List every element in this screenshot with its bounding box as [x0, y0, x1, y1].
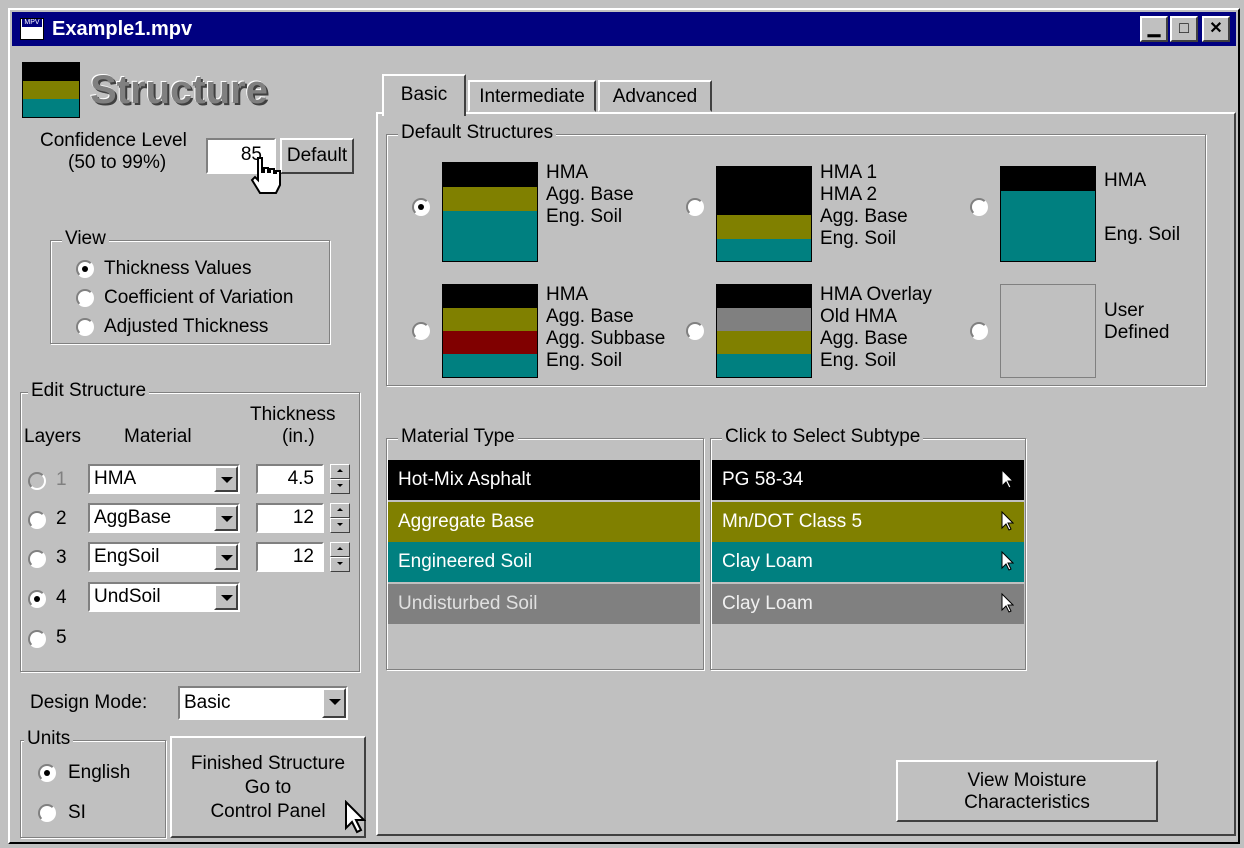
view-cov-label[interactable]: Coefficient of Variation — [104, 287, 293, 309]
layer-3-material-select[interactable]: EngSoil — [88, 542, 240, 572]
units-group-label: Units — [24, 728, 74, 750]
chevron-down-icon[interactable] — [322, 688, 346, 718]
window-title: Example1.mpv — [52, 18, 193, 40]
default-structures-label: Default Structures — [398, 122, 557, 144]
layer-2-thickness-input[interactable]: 12 — [256, 503, 324, 533]
layer-1-material-select[interactable]: HMA — [88, 464, 240, 494]
structure-3-radio[interactable] — [970, 198, 988, 216]
layer-2-thickness-spinner[interactable] — [330, 503, 350, 533]
view-group-label: View — [62, 228, 109, 250]
minimize-button[interactable]: ▁ — [1140, 16, 1168, 42]
default-button[interactable]: Default — [280, 138, 354, 174]
view-adjusted-label[interactable]: Adjusted Thickness — [104, 316, 268, 338]
view-thickness-radio[interactable] — [76, 260, 94, 278]
structure-3-swatch[interactable] — [1000, 166, 1096, 262]
layer-3-thickness-input[interactable]: 12 — [256, 542, 324, 572]
units-english-label[interactable]: English — [68, 762, 130, 784]
tab-advanced[interactable]: Advanced — [598, 80, 712, 112]
subtype-row-2[interactable]: Mn/DOT Class 5 — [712, 502, 1024, 542]
structure-5-labels: HMA Overlay Old HMA Agg. Base Eng. Soil — [820, 284, 932, 371]
subtype-row-1[interactable]: PG 58-34 — [712, 460, 1024, 500]
material-header: Material — [124, 426, 192, 447]
layer-4-material-select[interactable]: UndSoil — [88, 582, 240, 612]
structure-1-swatch[interactable] — [442, 162, 538, 262]
arrow-pointer-icon — [1001, 592, 1014, 613]
structure-2-swatch[interactable] — [716, 166, 812, 262]
structure-2-radio[interactable] — [686, 198, 704, 216]
design-mode-label: Design Mode: — [30, 692, 148, 713]
units-si-radio[interactable] — [38, 804, 56, 822]
edit-structure-label: Edit Structure — [28, 380, 150, 402]
layer-2-number: 2 — [56, 508, 67, 529]
layers-header: Layers — [24, 426, 82, 447]
view-adjusted-radio[interactable] — [76, 318, 94, 336]
layer-3-number: 3 — [56, 547, 67, 568]
view-thickness-label[interactable]: Thickness Values — [104, 258, 252, 280]
thickness-unit-header: (in.) — [282, 426, 315, 447]
finished-structure-button[interactable]: Finished Structure Go to Control Panel — [170, 736, 366, 838]
app-icon: MPV — [20, 18, 44, 40]
layer-3-thickness-spinner[interactable] — [330, 542, 350, 572]
material-row-hma[interactable]: Hot-Mix Asphalt — [388, 460, 700, 500]
structure-1-radio[interactable] — [412, 198, 430, 216]
layer-5-radio[interactable] — [28, 630, 46, 648]
view-moisture-button[interactable]: View Moisture Characteristics — [896, 760, 1158, 822]
layer-4-number: 4 — [56, 587, 67, 608]
structure-3-label-soil: Eng. Soil — [1104, 224, 1181, 245]
structure-6-radio[interactable] — [970, 322, 988, 340]
arrow-pointer-icon — [1001, 468, 1014, 489]
page-title: Structure — [90, 68, 268, 112]
units-english-radio[interactable] — [38, 764, 56, 782]
chevron-down-icon[interactable] — [214, 544, 238, 570]
structure-4-swatch[interactable] — [442, 284, 538, 378]
units-group — [20, 740, 166, 838]
units-si-label[interactable]: SI — [68, 802, 86, 824]
material-row-engsoil[interactable]: Engineered Soil — [388, 542, 700, 582]
chevron-down-icon[interactable] — [214, 466, 238, 492]
structure-icon — [22, 62, 80, 118]
structure-1-labels: HMA Agg. Base Eng. Soil — [546, 162, 634, 227]
layer-1-thickness-spinner[interactable] — [330, 464, 350, 494]
subtype-row-3[interactable]: Clay Loam — [712, 542, 1024, 582]
design-mode-select[interactable]: Basic — [178, 686, 348, 720]
structure-5-swatch[interactable] — [716, 284, 812, 378]
material-row-undsoil[interactable]: Undisturbed Soil — [388, 584, 700, 624]
layer-2-material-select[interactable]: AggBase — [88, 503, 240, 533]
structure-6-swatch[interactable] — [1000, 284, 1096, 378]
subtype-row-4[interactable]: Clay Loam — [712, 584, 1024, 624]
chevron-down-icon[interactable] — [214, 505, 238, 531]
tab-intermediate[interactable]: Intermediate — [468, 80, 596, 112]
structure-5-radio[interactable] — [686, 322, 704, 340]
subtype-label: Click to Select Subtype — [722, 426, 924, 448]
arrow-pointer-icon — [1001, 510, 1014, 531]
material-row-aggbase[interactable]: Aggregate Base — [388, 502, 700, 542]
structure-4-labels: HMA Agg. Base Agg. Subbase Eng. Soil — [546, 284, 666, 371]
structure-4-radio[interactable] — [412, 322, 430, 340]
layer-1-thickness-input[interactable]: 4.5 — [256, 464, 324, 494]
arrow-cursor-icon — [345, 800, 366, 834]
close-button[interactable]: ✕ — [1202, 16, 1230, 42]
title-bar[interactable]: MPV Example1.mpv ▁ □ ✕ — [12, 12, 1236, 46]
view-cov-radio[interactable] — [76, 289, 94, 307]
hand-cursor-icon — [250, 157, 281, 194]
chevron-down-icon[interactable] — [214, 584, 238, 610]
maximize-button[interactable]: □ — [1170, 16, 1198, 42]
layer-1-number: 1 — [56, 469, 67, 490]
layer-2-radio[interactable] — [28, 511, 46, 529]
thickness-header: Thickness — [250, 404, 336, 425]
confidence-range-label: (50 to 99%) — [68, 152, 167, 173]
arrow-pointer-icon — [1001, 550, 1014, 571]
structure-6-labels: User Defined — [1104, 300, 1170, 343]
layer-5-number: 5 — [56, 627, 67, 648]
tab-basic[interactable]: Basic — [382, 74, 466, 116]
material-type-label: Material Type — [398, 426, 518, 448]
structure-2-labels: HMA 1 HMA 2 Agg. Base Eng. Soil — [820, 162, 908, 249]
layer-4-radio[interactable] — [28, 590, 46, 608]
structure-3-label-hma: HMA — [1104, 170, 1147, 191]
layer-1-radio[interactable] — [28, 472, 46, 490]
layer-3-radio[interactable] — [28, 550, 46, 568]
confidence-label: Confidence Level — [40, 130, 187, 151]
